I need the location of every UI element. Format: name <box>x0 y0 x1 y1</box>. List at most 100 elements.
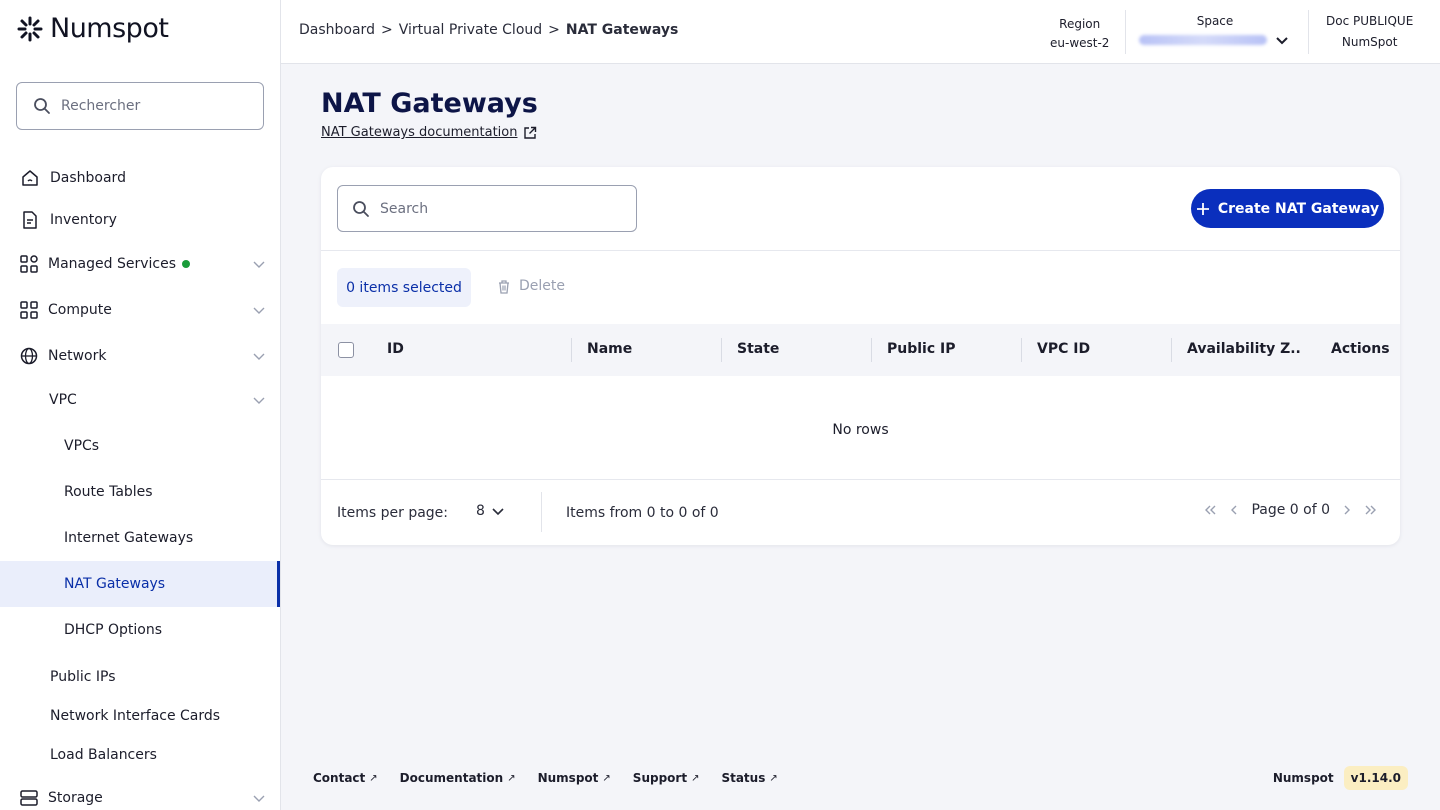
items-per-page-select[interactable]: 8 <box>476 503 505 519</box>
column-header-public-ip[interactable]: Public IP <box>887 341 956 357</box>
sidebar-item-label: VPCs <box>64 438 100 454</box>
divider <box>321 250 1400 251</box>
column-header-id[interactable]: ID <box>387 341 404 357</box>
sidebar-item-inventory[interactable]: Inventory <box>0 208 280 232</box>
org-label: Doc PUBLIQUE <box>1326 14 1414 28</box>
chevron-down-icon <box>492 508 504 516</box>
sidebar-item-public-ips[interactable]: Public IPs <box>0 665 280 689</box>
sidebar-item-network-interface-cards[interactable]: Network Interface Cards <box>0 704 280 728</box>
breadcrumb-dashboard[interactable]: Dashboard <box>299 22 375 38</box>
nat-gateways-table-card: Search Create NAT Gateway 0 items select… <box>321 167 1400 545</box>
region-info: Region eu-west-2 <box>1050 15 1109 53</box>
sidebar-item-label: NAT Gateways <box>64 576 166 592</box>
space-selector[interactable]: Space <box>1139 12 1291 47</box>
chevron-down-icon <box>1276 37 1288 45</box>
create-nat-gateway-button[interactable]: Create NAT Gateway <box>1191 189 1384 228</box>
next-page-icon[interactable] <box>1340 503 1354 517</box>
breadcrumb-virtual-private-cloud[interactable]: Virtual Private Cloud <box>399 22 542 38</box>
sidebar-item-route-tables[interactable]: Route Tables <box>0 480 280 504</box>
sidebar-item-label: Route Tables <box>64 484 153 500</box>
documentation-link-label: NAT Gateways documentation <box>321 125 518 140</box>
sidebar-item-vpcs[interactable]: VPCs <box>0 434 280 458</box>
sidebar: Numspot Rechercher Dashboard Inventory M… <box>0 0 281 810</box>
space-label: Space <box>1196 14 1234 28</box>
column-separator <box>1021 338 1022 362</box>
chevron-down-icon <box>253 353 265 360</box>
logo[interactable]: Numspot <box>16 13 169 44</box>
sidebar-item-dhcp-options[interactable]: DHCP Options <box>0 618 280 642</box>
select-all-checkbox[interactable] <box>338 342 354 358</box>
sidebar-item-vpc[interactable]: VPC <box>0 388 280 412</box>
column-separator <box>871 338 872 362</box>
chevron-down-icon <box>253 307 265 314</box>
column-separator <box>1171 338 1172 362</box>
breadcrumb-separator: > <box>380 22 393 38</box>
items-range-text: Items from 0 to 0 of 0 <box>566 505 719 521</box>
table-search-input[interactable]: Search <box>337 185 637 232</box>
org-value: NumSpot <box>1341 35 1398 49</box>
sidebar-item-internet-gateways[interactable]: Internet Gateways <box>0 526 280 550</box>
sidebar-item-label: Storage <box>48 790 103 806</box>
sidebar-item-label: Inventory <box>50 212 117 228</box>
column-header-state[interactable]: State <box>737 341 779 357</box>
footer-link-label: Status <box>721 771 766 785</box>
globe-icon <box>19 346 39 366</box>
apps-icon <box>19 254 39 274</box>
breadcrumb-current: NAT Gateways <box>565 22 679 38</box>
pager: Page 0 of 0 <box>1203 502 1378 518</box>
plus-icon <box>1196 202 1209 215</box>
delete-button[interactable]: Delete <box>497 278 565 294</box>
top-header: Dashboard > Virtual Private Cloud > NAT … <box>281 0 1440 64</box>
selected-count-badge: 0 items selected <box>337 268 471 307</box>
numspot-logo-icon <box>17 16 43 41</box>
org-info[interactable]: Doc PUBLIQUE NumSpot <box>1326 12 1413 52</box>
breadcrumb-separator: > <box>548 22 560 38</box>
previous-page-icon[interactable] <box>1227 503 1241 517</box>
column-header-actions: Actions <box>1331 341 1390 357</box>
sidebar-item-label: Network Interface Cards <box>50 708 221 724</box>
chevron-down-icon <box>253 261 265 268</box>
sidebar-item-label: Internet Gateways <box>64 530 194 546</box>
sidebar-item-load-balancers[interactable]: Load Balancers <box>0 743 280 767</box>
column-header-availability-zone[interactable]: Availability Z.. <box>1187 341 1301 357</box>
trash-icon <box>499 279 509 294</box>
last-page-icon[interactable] <box>1364 503 1378 517</box>
search-icon <box>34 98 50 114</box>
footer-link-documentation[interactable]: Documentation ↗ <box>400 771 516 785</box>
external-arrow-icon: ↗ <box>602 772 611 784</box>
empty-state-text: No rows <box>832 422 889 438</box>
sidebar-item-label: DHCP Options <box>64 622 162 638</box>
footer-link-support[interactable]: Support ↗ <box>633 771 700 785</box>
create-button-label: Create NAT Gateway <box>1217 200 1380 217</box>
external-arrow-icon: ↗ <box>369 772 378 784</box>
sidebar-item-nat-gateways[interactable]: NAT Gateways <box>0 561 280 607</box>
sidebar-item-network[interactable]: Network <box>0 344 280 368</box>
footer-link-contact[interactable]: Contact ↗ <box>313 771 378 785</box>
items-per-page-value: 8 <box>476 503 485 519</box>
items-per-page-label: Items per page: <box>337 505 449 521</box>
footer-link-status[interactable]: Status ↗ <box>721 771 777 785</box>
site-footer: Contact ↗ Documentation ↗ Numspot ↗ Support… <box>313 771 778 785</box>
documentation-link[interactable]: NAT Gateways documentation <box>321 125 537 140</box>
version-badge: v1.14.0 <box>1343 766 1408 790</box>
sidebar-item-dashboard[interactable]: Dashboard <box>0 166 280 190</box>
sidebar-item-managed-services[interactable]: Managed Services <box>0 252 280 276</box>
sidebar-item-label: Dashboard <box>50 170 126 186</box>
external-link-icon <box>524 126 537 139</box>
status-dot <box>181 260 190 268</box>
first-page-icon[interactable] <box>1203 503 1217 517</box>
header-divider <box>1125 10 1126 54</box>
column-header-vpc-id[interactable]: VPC ID <box>1037 341 1090 357</box>
footer-link-label: Contact <box>313 771 366 785</box>
column-header-name[interactable]: Name <box>587 341 632 357</box>
footer-link-numspot[interactable]: Numspot ↗ <box>538 771 611 785</box>
pagination-bar: Items per page: 8 Items from 0 to 0 of 0… <box>321 480 1400 545</box>
sidebar-item-storage[interactable]: Storage <box>0 786 280 810</box>
storage-icon <box>19 788 39 808</box>
footer-link-label: Support <box>632 771 688 785</box>
delete-label: Delete <box>519 278 565 294</box>
footer-link-label: Numspot <box>537 771 599 785</box>
sidebar-item-label: Managed Services <box>48 256 176 272</box>
sidebar-search-input[interactable]: Rechercher <box>16 82 264 130</box>
sidebar-item-compute[interactable]: Compute <box>0 298 280 322</box>
